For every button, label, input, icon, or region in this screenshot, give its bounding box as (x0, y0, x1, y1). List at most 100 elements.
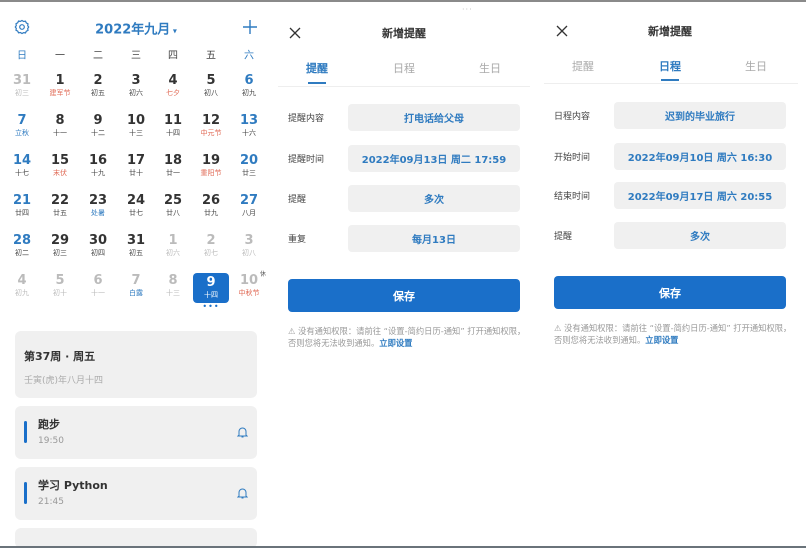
lunar-label: 初五 (91, 89, 105, 97)
event-card[interactable] (15, 528, 257, 548)
calendar-day[interactable]: 7 白露 (118, 273, 154, 298)
calendar-day[interactable]: 27 八月 (231, 193, 267, 218)
bell-icon[interactable] (237, 487, 248, 499)
calendar-day[interactable]: 6 初九 (231, 73, 267, 98)
calendar-day[interactable]: 9 十二 (80, 113, 116, 138)
calendar-day[interactable]: 26 廿九 (193, 193, 229, 218)
calendar-day[interactable]: 25 廿八 (155, 193, 191, 218)
calendar-day[interactable]: 3 初六 (118, 73, 154, 98)
calendar-day[interactable]: 20 廿三 (231, 153, 267, 178)
event-card[interactable]: 跑步 19:50 (15, 406, 257, 459)
close-icon[interactable] (556, 25, 568, 37)
field-value[interactable]: 每月13日 (348, 225, 520, 252)
lunar-label: 建军节 (49, 89, 71, 97)
save-button[interactable]: 保存 (554, 276, 786, 309)
event-title: 学习 Python (38, 479, 108, 492)
field-value[interactable]: 2022年09月17日 周六 20:55 (614, 182, 786, 209)
bell-icon[interactable] (237, 426, 248, 438)
lunar-label: 初三 (15, 89, 29, 97)
calendar-day[interactable]: 29 初三 (42, 233, 78, 258)
week-label: 第37周 · 周五 (24, 350, 96, 363)
field-value[interactable]: 迟到的毕业旅行 (614, 102, 786, 129)
day-number: 10 (126, 113, 146, 128)
weekday-label: 一 (55, 50, 65, 62)
month-selector[interactable]: 2022年九月 ▾ (95, 19, 177, 38)
calendar-day[interactable]: 5 初十 (42, 273, 78, 298)
field-label: 日程内容 (554, 112, 591, 122)
day-number: 1 (168, 233, 178, 248)
field-value[interactable]: 打电话给父母 (348, 104, 520, 131)
day-number: 8 (55, 113, 65, 128)
calendar-day[interactable]: 8 十一 (42, 113, 78, 138)
calendar-day[interactable]: 14 十七 (4, 153, 40, 178)
tab-reminder[interactable]: 提醒 (306, 60, 328, 76)
calendar-day[interactable]: 6 十一 (80, 273, 116, 298)
calendar-day[interactable]: 5 初八 (193, 73, 229, 98)
calendar-day[interactable]: 1 建军节 (42, 73, 78, 98)
lunar-label: 初七 (204, 249, 218, 257)
event-card[interactable]: 学习 Python 21:45 (15, 467, 257, 520)
calendar-day[interactable]: 4 七夕 (155, 73, 191, 98)
field-label: 提醒内容 (288, 114, 325, 124)
calendar-day[interactable]: 28 初二 (4, 233, 40, 258)
settings-link[interactable]: 立即设置 (645, 335, 678, 345)
day-number: 6 (244, 73, 254, 88)
field-value[interactable]: 多次 (348, 185, 520, 212)
calendar-day[interactable]: 18 廿一 (155, 153, 191, 178)
tab-birthday[interactable]: 生日 (745, 58, 767, 74)
calendar-day[interactable]: 24 廿七 (118, 193, 154, 218)
tab-schedule[interactable]: 日程 (659, 58, 681, 74)
calendar-day[interactable]: 22 廿五 (42, 193, 78, 218)
calendar-day[interactable]: 10 十三 (118, 113, 154, 138)
field-value[interactable]: 多次 (614, 222, 786, 249)
calendar-day[interactable]: 19 重阳节 (193, 153, 229, 178)
save-button[interactable]: 保存 (288, 279, 520, 312)
calendar-day[interactable]: 4 初九 (4, 273, 40, 298)
divider (544, 83, 798, 84)
tab-birthday[interactable]: 生日 (479, 60, 501, 76)
calendar-day[interactable]: 16 十九 (80, 153, 116, 178)
calendar-day[interactable]: 2 初七 (193, 233, 229, 258)
calendar-day[interactable]: 31 初五 (118, 233, 154, 258)
drag-handle[interactable]: ··· (462, 5, 473, 14)
gear-icon[interactable] (14, 19, 30, 35)
lunar-label: 末伏 (53, 169, 67, 177)
day-number: 25 (163, 193, 183, 208)
day-number: 24 (126, 193, 146, 208)
calendar-day[interactable]: 23 处暑 (80, 193, 116, 218)
weekday-label: 五 (206, 50, 216, 62)
lunar-label: 中秋节 (238, 289, 260, 297)
calendar-day[interactable]: 10 中秋节休 (231, 271, 267, 298)
calendar-day[interactable]: 21 廿四 (4, 193, 40, 218)
calendar-day-selected[interactable]: 9 十四 ••• (193, 273, 229, 311)
calendar-day[interactable]: 13 十六 (231, 113, 267, 138)
lunar-label: 初十 (53, 289, 67, 297)
close-icon[interactable] (289, 27, 301, 39)
lunar-label: 重阳节 (200, 169, 222, 177)
lunar-label: 十九 (91, 169, 105, 177)
lunar-label: 初六 (129, 89, 143, 97)
field-value[interactable]: 2022年09月13日 周二 17:59 (348, 145, 520, 172)
calendar-day[interactable]: 1 初六 (155, 233, 191, 258)
calendar-day[interactable]: 2 初五 (80, 73, 116, 98)
calendar-day[interactable]: 7 立秋 (4, 113, 40, 138)
calendar-day[interactable]: 3 初八 (231, 233, 267, 258)
lunar-label: 初三 (53, 249, 67, 257)
calendar-day[interactable]: 17 廿十 (118, 153, 154, 178)
calendar-day[interactable]: 31 初三 (4, 73, 40, 98)
lunar-label: 廿八 (166, 209, 180, 217)
calendar-day[interactable]: 12 中元节 (193, 113, 229, 138)
tab-schedule[interactable]: 日程 (393, 60, 415, 76)
tab-reminder[interactable]: 提醒 (572, 58, 594, 74)
permission-notice: ⚠ 没有通知权限：请前往 “设置-简约日历-通知” 打开通知权限，否则您将无法收… (554, 322, 794, 346)
add-icon[interactable] (242, 19, 258, 35)
lunar-label: 廿十 (129, 169, 143, 177)
day-number: 20 (239, 153, 259, 168)
settings-link[interactable]: 立即设置 (379, 338, 412, 348)
calendar-day[interactable]: 11 十四 (155, 113, 191, 138)
calendar-day[interactable]: 8 十三 (155, 273, 191, 298)
day-number: 23 (88, 193, 108, 208)
calendar-day[interactable]: 30 初四 (80, 233, 116, 258)
field-value[interactable]: 2022年09月10日 周六 16:30 (614, 143, 786, 170)
calendar-day[interactable]: 15 末伏 (42, 153, 78, 178)
